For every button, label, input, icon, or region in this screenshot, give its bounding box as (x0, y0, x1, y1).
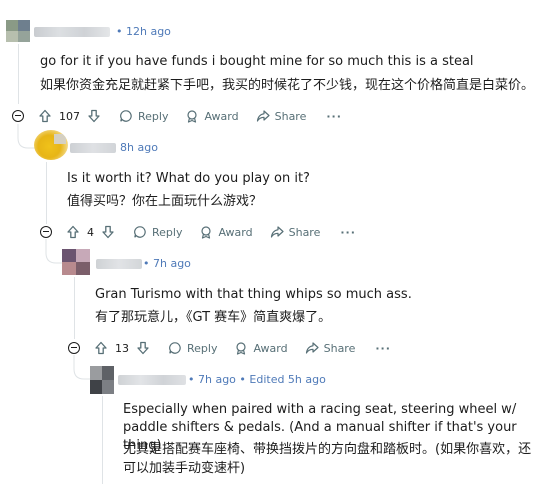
thread-line-level3 (102, 396, 103, 484)
avatar[interactable] (90, 366, 114, 394)
award-label: Award (218, 225, 253, 239)
award-icon (201, 226, 212, 239)
username-redacted[interactable] (34, 27, 110, 37)
thread-line-root (18, 44, 19, 104)
reply-label: Reply (152, 225, 183, 239)
more-options-button[interactable]: ··· (375, 342, 391, 355)
award-button[interactable]: Award (185, 109, 239, 123)
award-label: Award (253, 341, 288, 355)
collapse-thread-button[interactable] (68, 342, 80, 354)
thread-line-level1 (46, 162, 47, 224)
vote-count: 13 (115, 341, 129, 355)
arrow-down-icon (88, 109, 100, 123)
arrow-down-icon (102, 225, 114, 239)
comment-text-zh: 尤其是搭配赛车座椅、带换挡拨片的方向盘和踏板时。(如果你喜欢，还可以加装手动变速… (123, 442, 532, 476)
downvote-button[interactable] (87, 109, 101, 123)
username-redacted[interactable] (70, 143, 116, 153)
reply-button[interactable]: Reply (119, 109, 168, 123)
share-label: Share (274, 109, 307, 123)
avatar[interactable] (6, 20, 30, 42)
share-button[interactable]: Share (305, 341, 356, 355)
downvote-button[interactable] (136, 341, 150, 355)
more-options-button[interactable]: ··· (340, 226, 356, 239)
comment-action-bar: 4 Reply Award Share ··· (66, 222, 356, 242)
comment-timestamp: 8h ago (120, 141, 158, 154)
collapse-thread-button[interactable] (40, 226, 52, 238)
comment-text-en: Gran Turismo with that thing whips so mu… (95, 287, 412, 302)
arrow-up-icon (39, 109, 51, 123)
comment-text-zh: 有了那玩意儿，《GT 赛车》简直爽爆了。 (95, 310, 332, 325)
vote-count: 107 (59, 109, 80, 123)
award-button[interactable]: Award (234, 341, 288, 355)
comment-text-zh: 如果你资金充足就赶紧下手吧，我买的时候花了不少钱，现在这个价格简直是白菜价。 (40, 78, 535, 93)
share-icon (270, 226, 284, 238)
award-icon (187, 110, 198, 123)
share-icon (256, 110, 270, 122)
collapse-thread-button[interactable] (12, 110, 24, 122)
comment-timestamp: • 7h ago (143, 257, 191, 270)
share-label: Share (323, 341, 356, 355)
award-icon (236, 342, 247, 355)
avatar[interactable] (34, 130, 68, 160)
arrow-up-icon (67, 225, 79, 239)
upvote-button[interactable] (66, 225, 80, 239)
chat-bubble-icon (120, 110, 132, 122)
award-label: Award (204, 109, 239, 123)
downvote-button[interactable] (101, 225, 115, 239)
share-icon (305, 342, 319, 354)
comment-timestamp: • 12h ago (116, 25, 171, 38)
comment-timestamp: • 7h ago • Edited 5h ago (188, 373, 326, 386)
share-label: Share (288, 225, 321, 239)
comment-action-bar: 107 Reply Award Share ··· (38, 106, 342, 126)
award-button[interactable]: Award (199, 225, 253, 239)
arrow-up-icon (95, 341, 107, 355)
vote-count: 4 (87, 225, 94, 239)
comment-text-zh: 值得买吗？你在上面玩什么游戏？ (67, 194, 263, 209)
upvote-button[interactable] (94, 341, 108, 355)
reply-button[interactable]: Reply (168, 341, 217, 355)
chat-bubble-icon (134, 226, 146, 238)
share-button[interactable]: Share (270, 225, 321, 239)
comment-text-en: Is it worth it? What do you play on it? (67, 171, 310, 186)
thread-line-level2 (74, 277, 75, 339)
username-redacted[interactable] (118, 375, 186, 385)
comment-action-bar: 13 Reply Award Share ··· (94, 338, 391, 358)
username-redacted[interactable] (96, 259, 142, 269)
reply-label: Reply (138, 109, 169, 123)
upvote-button[interactable] (38, 109, 52, 123)
more-options-button[interactable]: ··· (326, 110, 342, 123)
reply-button[interactable]: Reply (133, 225, 182, 239)
comment-text-en: go for it if you have funds i bought min… (40, 54, 474, 69)
chat-bubble-icon (169, 342, 181, 354)
share-button[interactable]: Share (256, 109, 307, 123)
arrow-down-icon (137, 341, 149, 355)
avatar[interactable] (62, 249, 90, 275)
reply-label: Reply (187, 341, 218, 355)
